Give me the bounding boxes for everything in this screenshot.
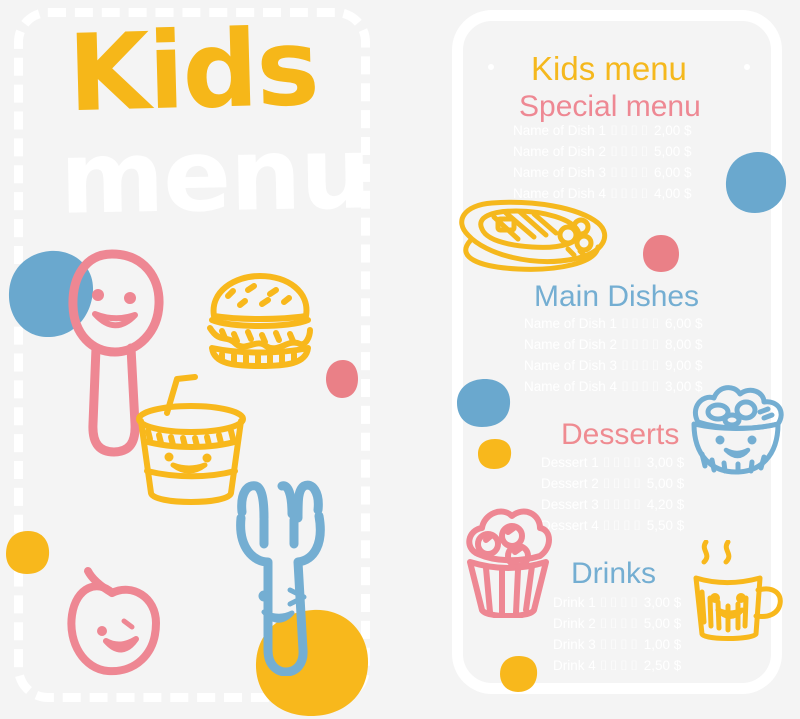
menu-item-row: Dessert 1 ⌷⌷⌷⌷ 3,00 $ xyxy=(541,455,685,470)
menu-item-row: Name of Dish 1 ⌷⌷⌷⌷ 6,00 $ xyxy=(524,316,703,331)
menu-item-row: Name of Dish 1 ⌷⌷⌷⌷ 2,00 $ xyxy=(513,123,692,138)
menu-item-row: Name of Dish 3 ⌷⌷⌷⌷ 6,00 $ xyxy=(513,165,692,180)
pink-blob-right-top xyxy=(643,235,679,272)
left-title-menu: menu xyxy=(58,114,372,237)
section-heading-desserts: Desserts xyxy=(561,418,680,451)
cupcake-illustration xyxy=(466,508,552,618)
kids-menu-poster: Kids menu Kids menu Special menu Name of… xyxy=(0,0,800,719)
fork-face-illustration xyxy=(236,480,325,676)
left-title-kids: Kids xyxy=(66,5,320,136)
section-heading-main-dishes: Main Dishes xyxy=(534,280,700,313)
menu-item-row: Drink 1 ⌷⌷⌷⌷ 3,00 $ xyxy=(553,595,682,610)
pink-blob-left xyxy=(326,360,358,398)
menu-item-row: Name of Dish 2 ⌷⌷⌷⌷ 5,00 $ xyxy=(513,144,692,159)
menu-item-row: Name of Dish 4 ⌷⌷⌷⌷ 3,00 $ xyxy=(524,379,703,394)
menu-item-row: Drink 2 ⌷⌷⌷⌷ 5,00 $ xyxy=(553,616,682,631)
section-items-special: Name of Dish 1 ⌷⌷⌷⌷ 2,00 $ Name of Dish … xyxy=(513,120,692,204)
menu-item-row: Dessert 2 ⌷⌷⌷⌷ 5,00 $ xyxy=(541,476,685,491)
steak-plate-illustration xyxy=(459,199,608,272)
coffee-mug-face-illustration xyxy=(693,540,783,641)
right-panel-title: Kids menu xyxy=(531,50,687,87)
salad-bowl-face-illustration xyxy=(691,385,784,475)
yellow-blob-right-mid xyxy=(478,439,512,469)
menu-item-row: Name of Dish 2 ⌷⌷⌷⌷ 8,00 $ xyxy=(524,337,703,352)
yellow-blob-small-left xyxy=(6,531,50,574)
frame-dot-left xyxy=(488,64,494,70)
burger-illustration xyxy=(207,273,313,369)
section-heading-special: Special menu xyxy=(519,90,701,123)
frame-dot-right xyxy=(744,64,750,70)
blue-blob-right-mid xyxy=(457,379,511,427)
menu-item-row: Drink 4 ⌷⌷⌷⌷ 2,50 $ xyxy=(553,658,682,673)
yellow-blob-bottom xyxy=(500,656,538,692)
section-items-drinks: Drink 1 ⌷⌷⌷⌷ 3,00 $ Drink 2 ⌷⌷⌷⌷ 5,00 $ … xyxy=(553,592,681,676)
blue-blob-right-top xyxy=(725,151,787,213)
menu-item-row: Drink 3 ⌷⌷⌷⌷ 1,00 $ xyxy=(553,637,682,652)
menu-item-row: Name of Dish 3 ⌷⌷⌷⌷ 9,00 $ xyxy=(524,358,703,373)
apple-face-illustration xyxy=(67,567,160,676)
section-items-main-dishes: Name of Dish 1 ⌷⌷⌷⌷ 6,00 $ Name of Dish … xyxy=(524,313,703,397)
section-heading-drinks: Drinks xyxy=(571,557,657,590)
